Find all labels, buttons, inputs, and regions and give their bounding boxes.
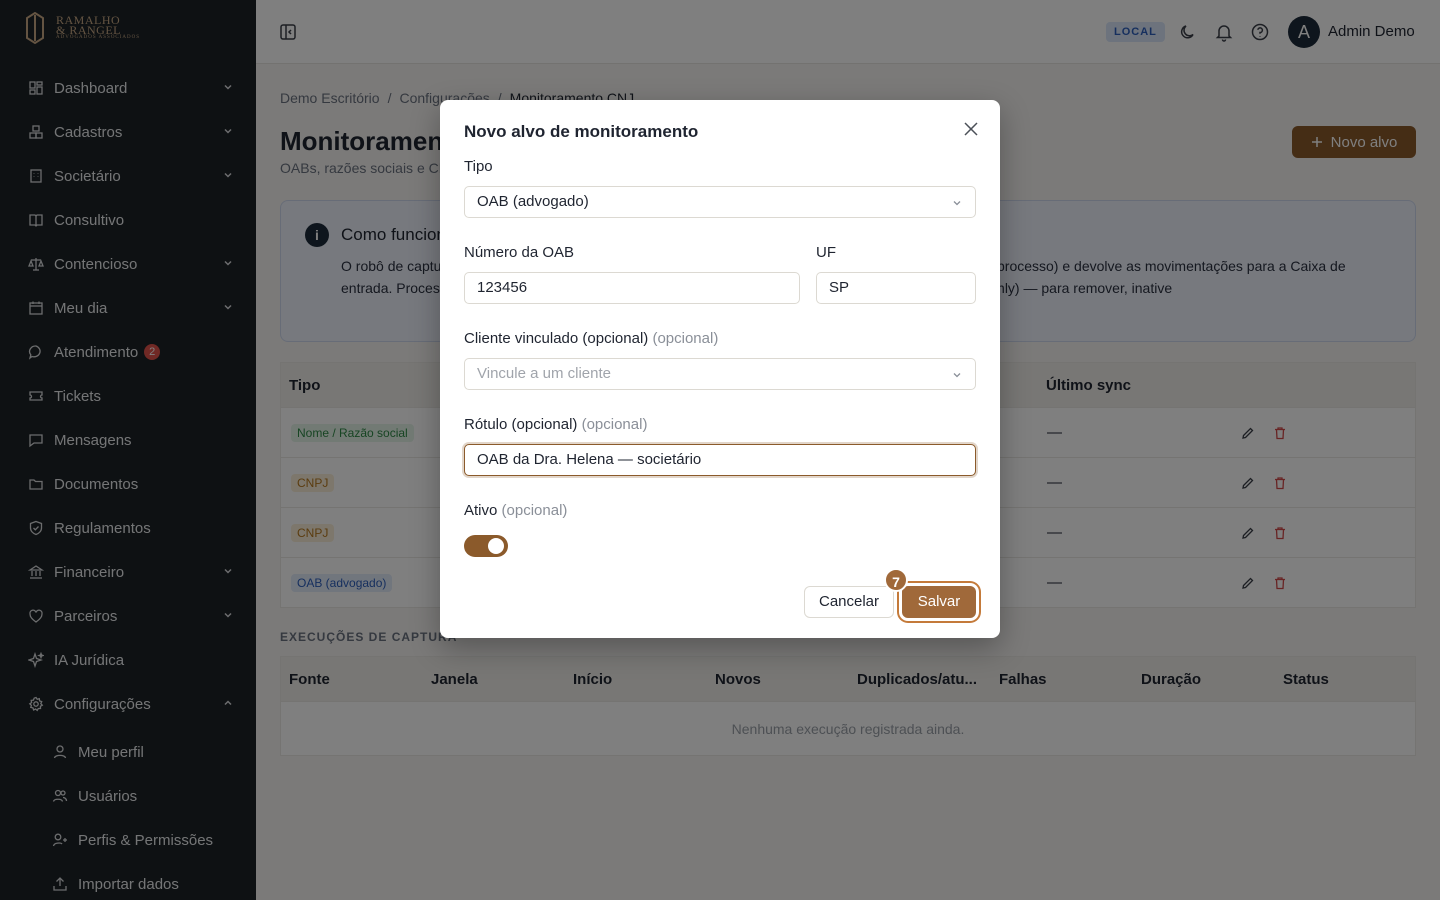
cliente-select[interactable]: Vincule a um cliente	[464, 358, 976, 390]
tipo-select[interactable]: OAB (advogado)	[464, 186, 976, 218]
close-icon[interactable]	[962, 120, 980, 138]
rotulo-label: Rótulo (opcional) (opcional)	[464, 416, 647, 433]
ativo-label: Ativo (opcional)	[464, 502, 567, 519]
save-button[interactable]: Salvar	[902, 586, 976, 618]
tipo-label: Tipo	[464, 158, 493, 175]
uf-input[interactable]: SP	[816, 272, 976, 304]
cliente-label: Cliente vinculado (opcional) (opcional)	[464, 330, 718, 347]
chevron-down-icon	[953, 201, 961, 206]
ativo-label-text: Ativo	[464, 502, 498, 519]
uf-label: UF	[816, 244, 836, 261]
rotulo-label-text: Rótulo (opcional)	[464, 416, 578, 433]
cliente-label-text: Cliente vinculado (opcional)	[464, 330, 649, 347]
oab-number-input[interactable]: 123456	[464, 272, 800, 304]
new-target-dialog: Novo alvo de monitoramento Tipo OAB (adv…	[440, 100, 1000, 638]
tipo-value: OAB (advogado)	[477, 193, 589, 210]
cancel-button[interactable]: Cancelar	[804, 586, 894, 618]
optional-hint: (opcional)	[501, 502, 568, 519]
toggle-knob	[488, 538, 504, 554]
ativo-toggle[interactable]	[464, 535, 508, 557]
chevron-down-icon	[953, 373, 961, 378]
cliente-placeholder: Vincule a um cliente	[477, 365, 611, 382]
dialog-title: Novo alvo de monitoramento	[464, 122, 699, 141]
oab-label: Número da OAB	[464, 244, 575, 261]
step-marker-badge: 7	[884, 568, 908, 592]
optional-hint: (opcional)	[581, 416, 648, 433]
optional-hint: (opcional)	[652, 330, 719, 347]
rotulo-input[interactable]: OAB da Dra. Helena — societário	[464, 444, 976, 476]
